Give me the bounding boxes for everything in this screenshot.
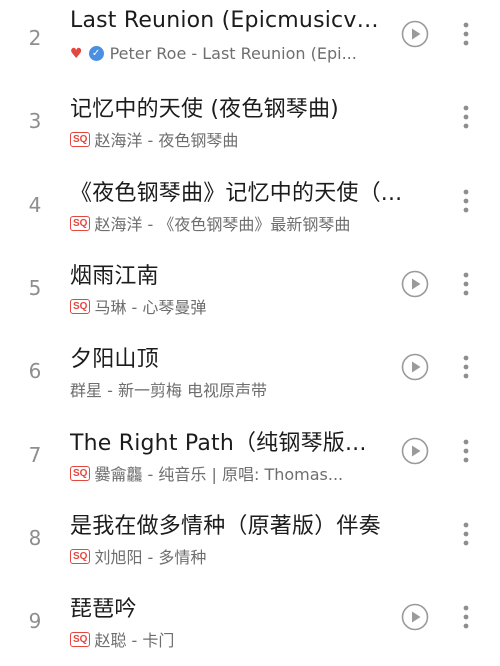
song-title: 《夜色钢琴曲》记忆中的天使（...: [70, 181, 403, 206]
song-subtitle: SQ 刘旭阳 - 多情种: [70, 544, 442, 568]
track-number: 9: [28, 609, 42, 633]
sq-quality-badge: SQ: [70, 298, 91, 314]
play-circle-icon[interactable]: [401, 437, 429, 465]
song-title: Last Reunion (Epicmusicvn...: [70, 8, 392, 33]
artist-album-text: Peter Roe - Last Reunion (Epi...: [109, 44, 357, 63]
artist-album-text: 爨龠龘 - 纯音乐 | 原唱: Thomas...: [94, 465, 344, 484]
play-circle-icon[interactable]: [401, 270, 429, 298]
sq-quality-badge: SQ: [70, 465, 91, 481]
song-row[interactable]: 8 是我在做多情种（原著版）伴奏 SQ 刘旭阳 - 多情种: [0, 500, 500, 583]
artist-album-text: 赵海洋 - 夜色钢琴曲: [94, 131, 239, 150]
more-vertical-icon[interactable]: [458, 351, 474, 383]
song-subtitle: ♥ ✓ Peter Roe - Last Reunion (Epi...: [70, 44, 392, 63]
song-row[interactable]: 2 Last Reunion (Epicmusicvn... ♥ ✓ Peter Roe…: [0, 0, 500, 83]
track-number: 2: [28, 26, 42, 50]
verified-check-icon: ✓: [88, 46, 104, 61]
song-title: 夕阳山顶: [70, 347, 159, 372]
play-circle-icon[interactable]: [401, 603, 429, 631]
song-subtitle: 群星 - 新一剪梅 电视原声带: [70, 377, 392, 401]
song-subtitle: SQ 赵聪 - 卡门: [70, 627, 392, 651]
track-number: 7: [28, 443, 42, 467]
song-title: 记忆中的天使 (夜色钢琴曲): [70, 97, 339, 122]
more-vertical-icon[interactable]: [458, 18, 474, 50]
song-row[interactable]: 7 The Right Path（纯钢琴版... SQ 爨龠龘 - 纯音乐 | 原唱:…: [0, 417, 500, 500]
song-title: 烟雨江南: [70, 264, 159, 289]
song-row[interactable]: 5 烟雨江南 SQ 马琳 - 心琴曼弹: [0, 250, 500, 333]
song-row[interactable]: 3 记忆中的天使 (夜色钢琴曲) SQ 赵海洋 - 夜色钢琴曲: [0, 83, 500, 166]
artist-album-text: 赵海洋 - 《夜色钢琴曲》最新钢琴曲: [94, 215, 351, 234]
sq-quality-badge: SQ: [70, 131, 91, 147]
song-subtitle: SQ 爨龠龘 - 纯音乐 | 原唱: Thomas...: [70, 461, 392, 485]
track-number: 3: [28, 109, 42, 133]
artist-album-text: 赵聪 - 卡门: [94, 631, 175, 650]
more-vertical-icon[interactable]: [458, 435, 474, 467]
track-number: 6: [28, 359, 42, 383]
artist-album-text: 马琳 - 心琴曼弹: [94, 298, 207, 317]
more-vertical-icon[interactable]: [458, 185, 474, 217]
track-number: 5: [28, 276, 42, 300]
play-circle-icon[interactable]: [401, 20, 429, 48]
song-subtitle: SQ 赵海洋 - 《夜色钢琴曲》最新钢琴曲: [70, 211, 442, 235]
artist-album-text: 群星 - 新一剪梅 电视原声带: [70, 381, 268, 400]
artist-album-text: 刘旭阳 - 多情种: [94, 548, 207, 567]
track-number: 4: [28, 193, 42, 217]
heart-icon: ♥: [70, 45, 83, 62]
more-vertical-icon[interactable]: [458, 268, 474, 300]
more-vertical-icon[interactable]: [458, 601, 474, 633]
song-row[interactable]: 9 琵琶吟 SQ 赵聪 - 卡门: [0, 583, 500, 666]
song-row[interactable]: 6 夕阳山顶群星 - 新一剪梅 电视原声带: [0, 333, 500, 416]
sq-quality-badge: SQ: [70, 548, 91, 564]
song-title: The Right Path（纯钢琴版...: [70, 431, 367, 456]
sq-quality-badge: SQ: [70, 631, 91, 647]
sq-quality-badge: SQ: [70, 215, 91, 231]
track-number: 8: [28, 526, 42, 550]
song-subtitle: SQ 赵海洋 - 夜色钢琴曲: [70, 127, 442, 151]
more-vertical-icon[interactable]: [458, 101, 474, 133]
song-title: 是我在做多情种（原著版）伴奏: [70, 514, 381, 539]
song-subtitle: SQ 马琳 - 心琴曼弹: [70, 294, 392, 318]
song-title: 琵琶吟: [70, 597, 137, 622]
play-circle-icon[interactable]: [401, 353, 429, 381]
song-row[interactable]: 4 《夜色钢琴曲》记忆中的天使（... SQ 赵海洋 - 《夜色钢琴曲》最新钢琴曲: [0, 167, 500, 250]
more-vertical-icon[interactable]: [458, 518, 474, 550]
